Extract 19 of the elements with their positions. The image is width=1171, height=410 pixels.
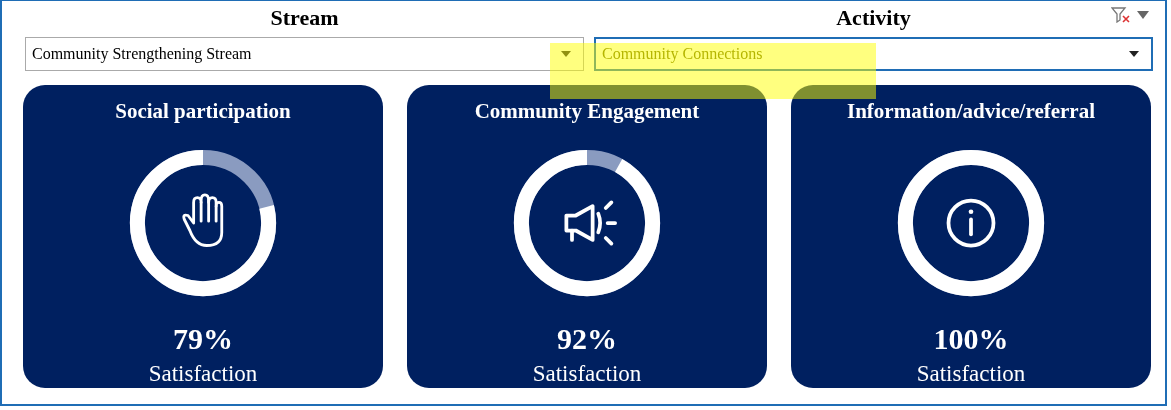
info-icon	[946, 198, 996, 248]
satisfaction-label: Satisfaction	[148, 360, 258, 388]
card-title: Community Engagement	[474, 99, 700, 124]
card-title: Information/advice/referral	[846, 99, 1095, 124]
satisfaction-percent: 79%	[173, 322, 233, 356]
caret-icon[interactable]	[1137, 11, 1149, 19]
clear-filter-icon[interactable]	[1111, 7, 1131, 23]
satisfaction-percent: 100%	[933, 322, 1009, 356]
satisfaction-label: Satisfaction	[916, 360, 1026, 388]
satisfaction-percent: 92%	[557, 322, 617, 356]
satisfaction-label: Satisfaction	[532, 360, 642, 388]
dropdown[interactable]: Community Strengthening Stream	[25, 37, 584, 71]
filter-label: Stream	[270, 5, 339, 31]
hand-icon	[182, 193, 224, 247]
filter-label: Activity	[836, 5, 911, 31]
megaphone-icon	[564, 200, 617, 246]
card-title: Social participation	[115, 99, 291, 124]
caret-icon	[561, 51, 571, 57]
caret-icon	[1129, 51, 1139, 57]
